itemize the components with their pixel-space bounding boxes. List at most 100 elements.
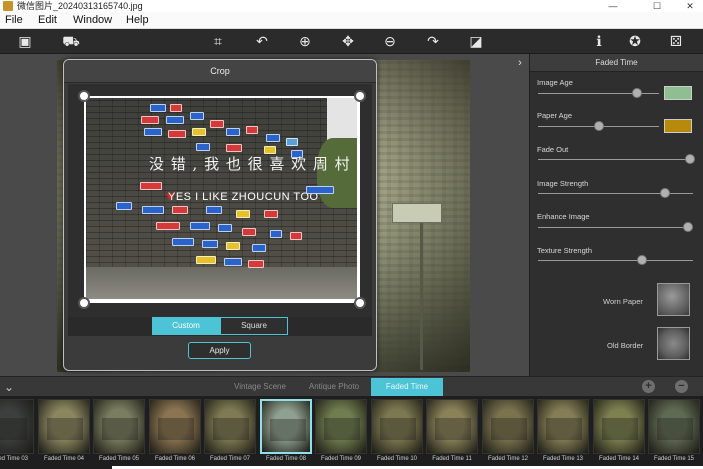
add-icon[interactable]: + [642,380,655,393]
fade-out-knob[interactable] [685,154,695,164]
tab-vintage-scene[interactable]: Vintage Scene [225,378,295,396]
image-age-color-swatch[interactable] [664,86,692,100]
open-photo-icon[interactable]: ⛟ [61,32,81,51]
wall-sign [270,230,282,238]
preset-thumbnail-image [380,418,416,440]
crop-icon[interactable]: ⌗ [208,32,228,51]
preset-thumbnail[interactable] [260,399,312,454]
fade-out-slider[interactable] [538,159,693,160]
image-age-knob[interactable] [632,88,642,98]
wall-sign [226,242,240,250]
preset-thumbnail-label: Faded Time 11 [432,456,472,462]
tab-antique-photo[interactable]: Antique Photo [300,378,368,396]
preset-filmstrip: Faded Time 03 Faded Time 04 Faded Time 05 F… [0,396,703,469]
enhance-image-knob[interactable] [683,222,693,232]
preset-thumbnail[interactable] [315,399,367,454]
preset-thumbnail[interactable] [38,399,90,454]
menu-help[interactable]: Help [126,12,149,29]
crop-mode-square[interactable]: Square [220,317,288,335]
preset-thumbnail[interactable] [371,399,423,454]
image-frame-icon[interactable]: ▣ [15,32,35,51]
compare-icon[interactable]: ◪ [466,32,486,51]
old-border-label: Old Border [607,341,644,350]
enhance-image-slider[interactable] [538,227,693,228]
crop-handle-bottom-right[interactable] [354,297,366,309]
random-dice-icon[interactable]: ⚄ [666,32,686,51]
preset-thumbnail-image [546,418,582,440]
wall-sign [196,256,216,264]
photo-street-sign [392,203,442,223]
preset-thumbnail[interactable] [149,399,201,454]
minimize-button[interactable]: — [598,0,628,12]
wall-sign [246,126,258,134]
wall-sign [290,232,302,240]
preset-thumbnail[interactable] [93,399,145,454]
crop-handle-top-right[interactable] [354,90,366,102]
photo-calligraphy: 没 错 , 我 也 很 喜 欢 周 村 [149,155,351,173]
toolbar: ▣ ⛟ ⌗ ↶ ⊕ ✥ ⊖ ↷ ◪ ℹ ✪ ⚄ [0,29,703,54]
old-border-texture-thumb[interactable] [657,327,690,360]
worn-paper-label: Worn Paper [603,297,643,306]
photo-slogan: YES I LIKE ZHOUCUN TOO [168,191,319,203]
preset-thumbnail[interactable] [0,399,34,454]
crop-photo-frame: 没 错 , 我 也 很 喜 欢 周 村 ♥ YES I LIKE ZHOUCUN… [78,90,366,309]
tab-faded-time[interactable]: Faded Time [371,378,443,396]
preset-thumbnail-image [435,418,471,440]
chevron-down-icon[interactable]: ⌄ [4,380,16,394]
wall-sign [116,202,132,210]
remove-icon[interactable]: − [675,380,688,393]
image-strength-knob[interactable] [660,188,670,198]
wall-sign [226,144,242,152]
chevron-right-icon[interactable]: › [513,56,527,70]
title-bar: 微信图片_20240313165740.jpg — ☐ ✕ [0,0,703,12]
menu-file[interactable]: File [5,12,23,29]
wall-sign [210,120,224,128]
app-icon [3,1,13,11]
preset-thumbnail-image [102,418,138,440]
zoom-in-icon[interactable]: ⊕ [295,32,315,51]
image-strength-label: Image Strength [537,179,589,188]
wall-sign [306,186,334,194]
crop-handle-top-left[interactable] [78,90,90,102]
rotate-left-icon[interactable]: ↶ [252,32,272,51]
preset-thumbnail-label: Faded Time 08 [265,456,307,462]
fade-out-label: Fade Out [537,145,569,154]
preset-thumbnail[interactable] [537,399,589,454]
wall-sign [242,228,256,236]
menu-edit[interactable]: Edit [38,12,57,29]
paper-age-knob[interactable] [594,121,604,131]
texture-strength-slider[interactable] [538,260,693,261]
zoom-out-icon[interactable]: ⊖ [380,32,400,51]
texture-strength-knob[interactable] [637,255,647,265]
preset-thumbnail[interactable] [648,399,700,454]
apply-button[interactable]: Apply [188,342,251,359]
wall-sign [170,104,182,112]
info-icon[interactable]: ℹ [589,32,609,51]
preset-thumbnail[interactable] [204,399,256,454]
crop-handle-bottom-left[interactable] [78,297,90,309]
crop-mode-custom[interactable]: Custom [152,317,220,335]
preset-thumbnail-image [0,418,27,440]
image-age-label: Image Age [537,78,573,87]
preset-thumbnail-label: Faded Time 13 [542,456,584,462]
paper-age-color-swatch[interactable] [664,119,692,133]
preset-thumbnail[interactable] [426,399,478,454]
redo-icon[interactable]: ↷ [423,32,443,51]
window-title: 微信图片_20240313165740.jpg [17,1,143,11]
maximize-button[interactable]: ☐ [642,0,672,12]
move-icon[interactable]: ✥ [338,32,358,51]
app-window: 微信图片_20240313165740.jpg — ☐ ✕ File Edit … [0,0,703,469]
settings-icon[interactable]: ✪ [625,32,645,51]
wall-sign [248,260,264,268]
wall-sign [168,130,186,138]
preset-thumbnail-label: Faded Time 15 [653,456,695,462]
crop-mode-bar: Custom Square [68,317,372,336]
preset-thumbnail[interactable] [482,399,534,454]
wall-sign [206,206,222,214]
crop-area[interactable]: 没 错 , 我 也 很 喜 欢 周 村 ♥ YES I LIKE ZHOUCUN… [68,84,372,317]
wall-sign [142,206,164,214]
preset-thumbnail[interactable] [593,399,645,454]
worn-paper-texture-thumb[interactable] [657,283,690,316]
menu-window[interactable]: Window [73,12,112,29]
close-button[interactable]: ✕ [675,0,703,12]
